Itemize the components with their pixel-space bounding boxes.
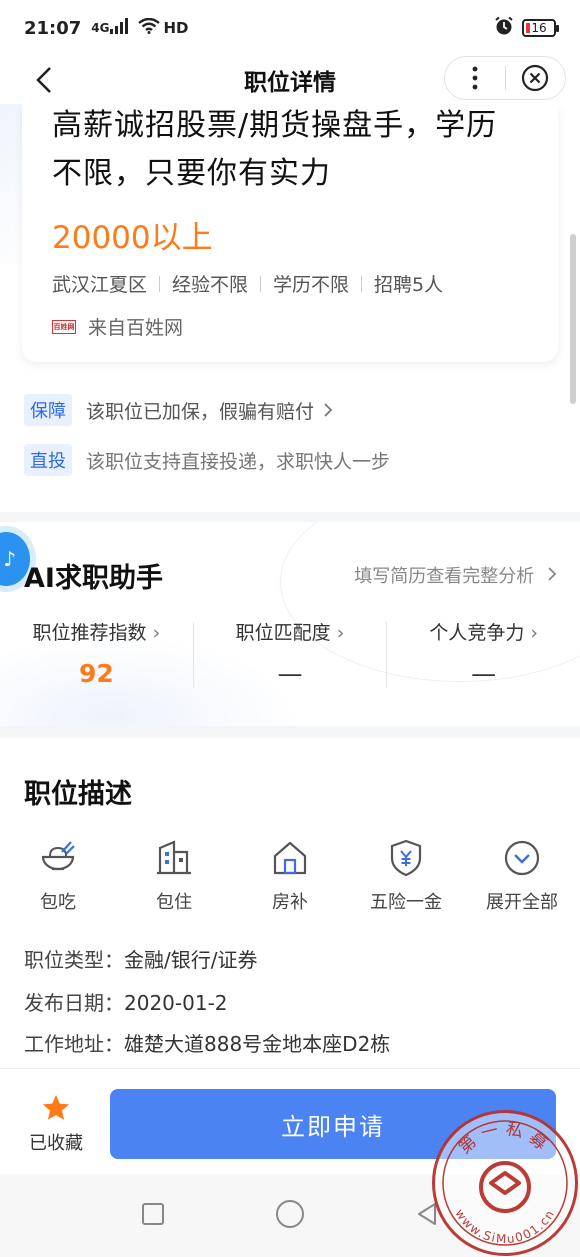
chevron-right-icon <box>548 567 557 581</box>
building-icon <box>157 840 191 875</box>
stat-value: — <box>277 659 303 688</box>
publish-date-value: 2020-01-2 <box>124 991 228 1015</box>
job-education: 学历不限 <box>273 274 350 296</box>
svg-text:第一私募: 第一私募 <box>455 1119 555 1158</box>
benefit-label: 包住 <box>156 892 192 913</box>
nav-bar: 职位详情 <box>0 56 580 104</box>
fill-resume-link[interactable]: 填写简历查看完整分析 <box>354 562 558 588</box>
apply-button-label: 立即申请 <box>281 1112 385 1141</box>
publish-date-label: 发布日期： <box>24 991 124 1015</box>
ai-title: AI求职助手 <box>24 563 163 594</box>
circle-icon <box>276 1199 304 1228</box>
guarantee-tag: 保障 <box>24 394 72 426</box>
benefit-housing-subsidy: 房补 <box>232 838 348 914</box>
network-label: 4G <box>91 21 110 35</box>
close-circle-icon <box>522 64 549 92</box>
stamp-logo-icon: 第一私募 www.SiMu001.cn <box>442 1119 568 1246</box>
job-card: 高薪诚招股票/期货操盘手，学历不限，只要你有实力 20000以上 武汉江夏区 经… <box>22 104 558 362</box>
fill-resume-link-text: 填写简历查看完整分析 <box>354 566 535 587</box>
job-title: 高薪诚招股票/期货操盘手，学历不限，只要你有实力 <box>52 108 498 191</box>
stat-value: — <box>471 659 497 688</box>
shield-yen-icon <box>390 839 422 877</box>
chevron-down-icon <box>504 840 540 876</box>
hd-label: HD <box>163 19 189 37</box>
chevron-right-icon: › <box>530 622 539 644</box>
alarm-icon <box>494 16 514 41</box>
more-button[interactable] <box>445 57 505 99</box>
direct-tag: 直投 <box>24 444 72 476</box>
benefit-label: 房补 <box>272 892 308 913</box>
publish-date-row: 发布日期：2020-01-2 <box>24 987 228 1016</box>
favorite-label: 已收藏 <box>29 1133 83 1154</box>
home-button[interactable] <box>275 1199 305 1233</box>
benefit-housing: 包住 <box>116 838 232 914</box>
job-header-section: 高薪诚招股票/期货操盘手，学历不限，只要你有实力 20000以上 武汉江夏区 经… <box>0 104 580 512</box>
job-headcount: 招聘5人 <box>374 274 444 296</box>
job-source-text: 来自百姓网 <box>88 317 184 339</box>
square-icon <box>142 1202 164 1225</box>
chevron-right-icon: › <box>152 622 161 644</box>
job-salary: 20000以上 <box>52 220 213 256</box>
watermark-stamp: 第一私募 www.SiMu001.cn <box>432 1110 578 1256</box>
direct-apply-row: 直投 该职位支持直接投递，求职快人一步 <box>24 444 390 476</box>
scrollbar[interactable] <box>570 234 576 404</box>
stat-recommend-index[interactable]: 职位推荐指数 › 92 <box>0 618 193 692</box>
status-bar: 21:07 4G HD 16 <box>0 0 580 56</box>
job-description-section: 职位描述 包吃 包住 房补 五险一金 展开全部 职位类型：金融/银行/证券 发布… <box>0 738 580 1068</box>
chevron-right-icon <box>324 403 333 417</box>
job-experience: 经验不限 <box>172 274 249 296</box>
favorite-button[interactable]: 已收藏 <box>26 1093 86 1155</box>
benefits-row: 包吃 包住 房补 五险一金 展开全部 <box>0 838 580 914</box>
job-type-row: 职位类型：金融/银行/证券 <box>24 944 257 973</box>
job-type-label: 职位类型： <box>24 948 124 972</box>
ai-stats: 职位推荐指数 › 92 职位匹配度 › — 个人竞争力 › — <box>0 618 580 692</box>
guarantee-row[interactable]: 保障 该职位已加保，假骗有赔付 <box>24 394 334 426</box>
star-icon <box>43 1095 69 1120</box>
stat-value: 92 <box>78 659 114 688</box>
stat-label: 职位推荐指数 <box>32 622 147 644</box>
guarantee-text: 该职位已加保，假骗有赔付 <box>86 400 315 423</box>
page-title: 职位详情 <box>244 70 336 96</box>
address-value: 雄楚大道888号金地本座D2栋 <box>124 1032 391 1056</box>
expand-all-button[interactable]: 展开全部 <box>464 838 580 914</box>
address-row: 工作地址：雄楚大道888号金地本座D2栋 <box>24 1028 390 1057</box>
stat-match-degree[interactable]: 职位匹配度 › — <box>194 618 387 692</box>
benefit-label: 五险一金 <box>370 892 442 913</box>
description-title: 职位描述 <box>24 779 132 810</box>
benefit-insurance: 五险一金 <box>348 838 464 914</box>
stat-label: 职位匹配度 <box>235 622 331 644</box>
miniapp-capsule <box>444 56 566 100</box>
battery-level: 16 <box>531 21 547 35</box>
more-dots-icon <box>472 66 478 90</box>
ai-assistant-section: ♪ AI求职助手 填写简历查看完整分析 职位推荐指数 › 92 职位匹配度 › … <box>0 522 580 726</box>
status-time: 21:07 <box>24 17 82 39</box>
chevron-right-icon: › <box>336 622 345 644</box>
chevron-left-icon <box>36 67 51 93</box>
wifi-icon <box>137 17 160 39</box>
job-source: 百姓网 来自百姓网 <box>52 313 528 340</box>
close-button[interactable] <box>505 57 565 99</box>
benefit-label: 展开全部 <box>486 892 558 913</box>
job-location: 武汉江夏区 <box>52 274 148 296</box>
battery-icon: 16 <box>522 19 559 37</box>
benefit-label: 包吃 <box>40 892 76 913</box>
recent-apps-button[interactable] <box>141 1202 165 1230</box>
stat-label: 个人竞争力 <box>429 622 525 644</box>
direct-text: 该职位支持直接投递，求职快人一步 <box>86 450 391 473</box>
signal-icon <box>109 17 132 39</box>
stat-competitiveness[interactable]: 个人竞争力 › — <box>387 618 580 692</box>
job-meta: 武汉江夏区 经验不限 学历不限 招聘5人 <box>52 270 528 297</box>
house-icon <box>273 841 307 875</box>
benefit-meals: 包吃 <box>0 838 116 914</box>
address-label: 工作地址： <box>24 1032 124 1056</box>
baixing-logo-icon: 百姓网 <box>52 319 76 334</box>
job-type-value: 金融/银行/证券 <box>124 948 258 972</box>
bowl-icon <box>41 841 75 871</box>
back-button[interactable] <box>28 64 60 96</box>
